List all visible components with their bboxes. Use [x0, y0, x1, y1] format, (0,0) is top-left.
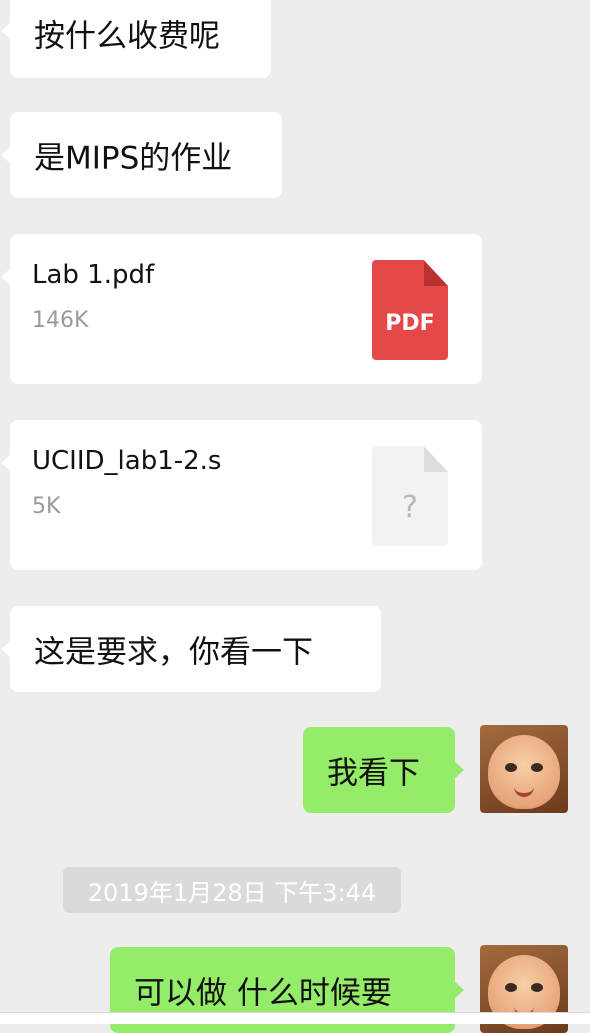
message-bubble-outgoing[interactable]: 我看下	[303, 727, 464, 813]
pdf-icon-label: PDF	[385, 311, 435, 336]
file-size: 5K	[32, 494, 61, 519]
file-message-pdf[interactable]: Lab 1.pdf 146K PDF	[1, 234, 482, 384]
message-text: 这是要求，你看一下	[34, 634, 313, 671]
file-name: Lab 1.pdf	[32, 260, 155, 290]
file-size: 146K	[32, 308, 89, 333]
message-text: 按什么收费呢	[34, 18, 220, 55]
input-bar-edge	[0, 1012, 590, 1024]
message-text: 我看下	[327, 755, 420, 792]
file-name: UCIID_lab1-2.s	[32, 446, 222, 476]
unknown-file-icon-label: ?	[402, 490, 418, 525]
message-bubble-incoming[interactable]: 是MIPS的作业	[1, 112, 282, 198]
unknown-file-icon: ?	[372, 446, 448, 546]
message-bubble-incoming[interactable]: 这是要求，你看一下	[1, 606, 381, 692]
message-text: 是MIPS的作业	[34, 140, 233, 177]
baby-face-avatar[interactable]	[480, 725, 568, 813]
timestamp-chip: 2019年1月28日 下午3:44	[63, 867, 401, 913]
file-message-unknown[interactable]: UCIID_lab1-2.s 5K ?	[1, 420, 482, 570]
pdf-file-icon: PDF	[372, 260, 448, 360]
message-bubble-incoming[interactable]: 按什么收费呢	[1, 0, 271, 78]
message-text: 可以做 什么时候要	[134, 975, 392, 1012]
